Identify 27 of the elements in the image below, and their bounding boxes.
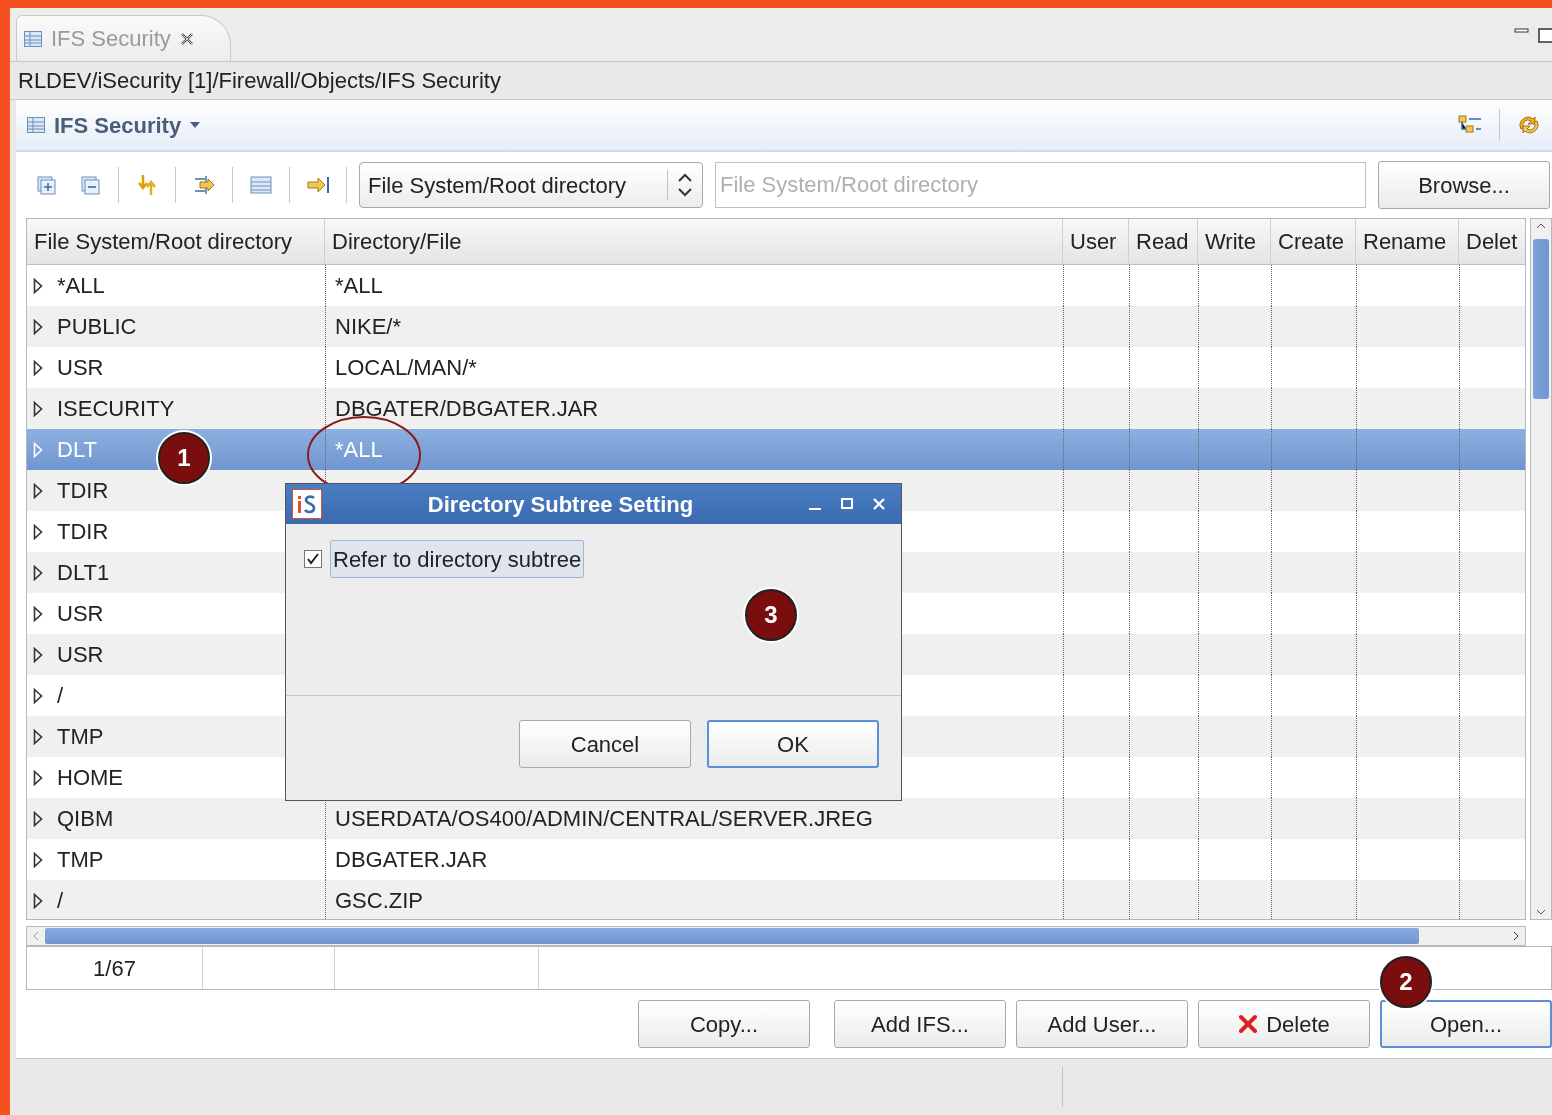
- table-cell-text: *ALL: [335, 436, 383, 464]
- table-cell-text: HOME: [57, 764, 123, 792]
- table-cell-text: LOCAL/MAN/*: [335, 354, 477, 382]
- table-cell-text: /: [57, 887, 64, 915]
- table-cell-text: PUBLIC: [57, 313, 137, 341]
- table-cell-text: NIKE/*: [335, 313, 402, 341]
- table-cell-text: TDIR: [57, 477, 109, 505]
- table-cell-text: ISECURITY: [57, 395, 175, 423]
- table-cell-text: TDIR: [57, 518, 109, 546]
- table-cell-text: USERDATA/OS400/ADMIN/CENTRAL/SERVER.JREG: [335, 805, 873, 833]
- table-cell-text: *ALL: [57, 272, 105, 300]
- table-cell-text: TMP: [57, 723, 104, 751]
- table-cell-text: DBGATER/DBGATER.JAR: [335, 395, 599, 423]
- table-cell-text: DLT1: [57, 559, 110, 587]
- table-cell-text: USR: [57, 641, 104, 669]
- table-cell-text: QIBM: [57, 805, 114, 833]
- table-cell-text: GSC.ZIP: [335, 887, 423, 915]
- table-cell-text: DLT: [57, 436, 97, 464]
- table-cell-text: TMP: [57, 846, 104, 874]
- table-cell-text: *ALL: [335, 272, 383, 300]
- dialog-title: Directory Subtree Setting: [426, 490, 695, 519]
- table-cell-text: USR: [57, 354, 104, 382]
- table-cell-text: /: [57, 682, 64, 710]
- breadcrumb-path: RLDEV/iSecurity [1]/Firewall/Objects/IFS Security: [18, 67, 501, 95]
- table-cell-text: DBGATER.JAR: [335, 846, 488, 874]
- status-cell: 1/67: [27, 947, 203, 989]
- table-cell-text: USR: [57, 600, 104, 628]
